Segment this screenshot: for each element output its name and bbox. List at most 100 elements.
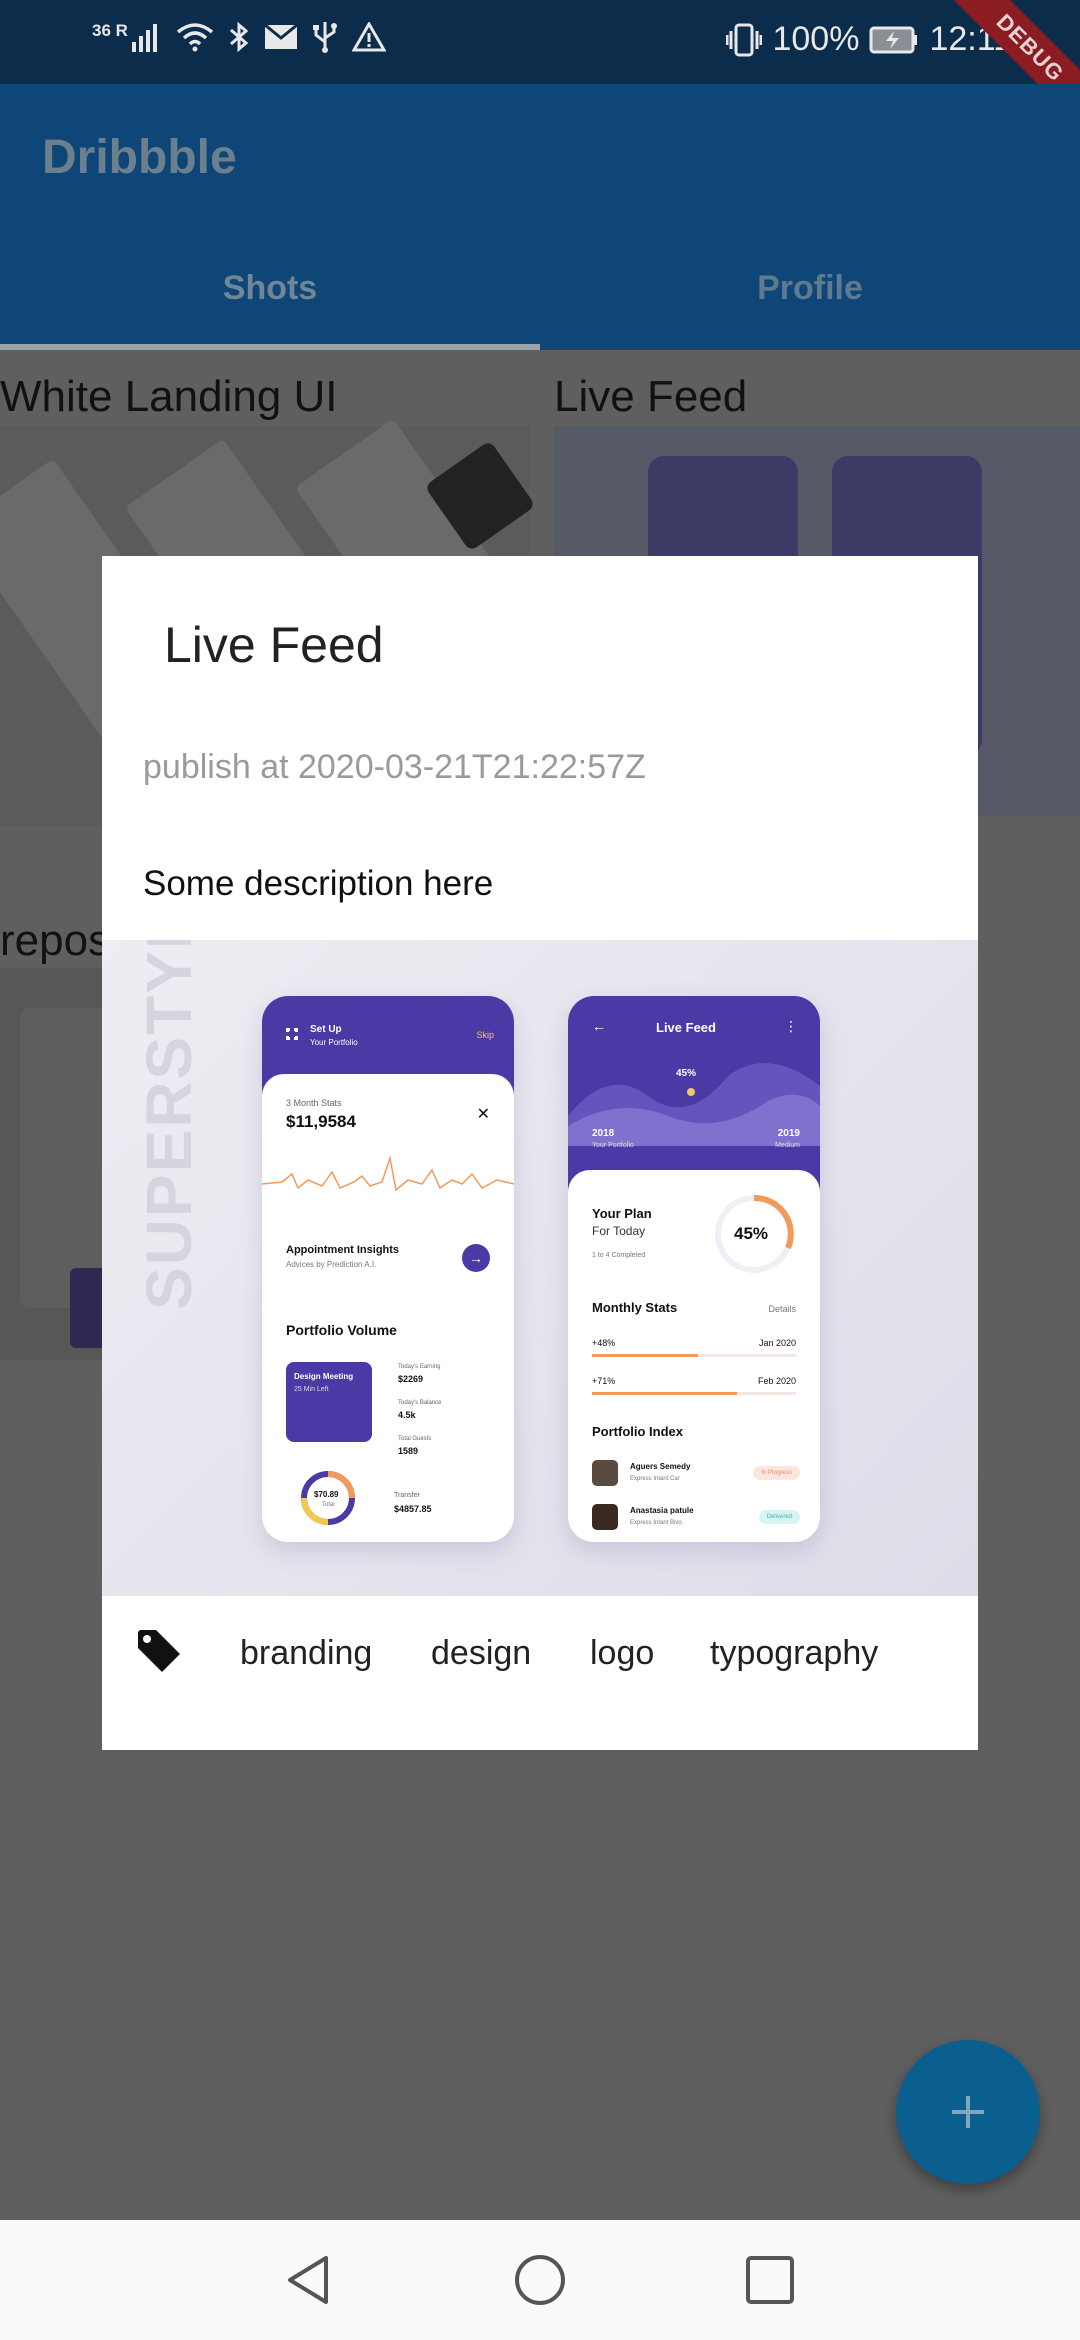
stat2-value: +71% [592,1376,616,1386]
avatar [592,1504,618,1530]
balance-label: Today's Balance [398,1400,442,1406]
skip-label: Skip [476,1030,494,1040]
shot-title[interactable]: White Landing UI [0,372,338,422]
shot-description: Some description here [143,864,494,903]
plan-title: Your Plan [592,1206,652,1221]
person1-name: Aguers Semedy [630,1462,691,1471]
shot-title[interactable]: repos [0,916,110,966]
tag-chip[interactable]: logo [590,1634,654,1673]
tag-chip[interactable]: design [431,1634,531,1673]
earning-label: Today's Earning [398,1364,441,1370]
setup-label: Set Up [310,1024,342,1035]
recents-icon[interactable] [742,2252,798,2308]
tag-row: branding design logo typography [102,1596,978,1716]
status-icons-right: 100% 12:11 [726,20,1012,59]
battery-charging-icon [869,26,918,53]
phone-mockup-left: Set Up Your Portfolio Skip 3 Month Stats… [262,996,514,1542]
stats-label: 3 Month Stats [286,1098,342,1108]
details-link: Details [768,1304,796,1314]
tag-chip[interactable]: branding [240,1634,372,1673]
warning-icon [351,22,386,52]
stat1-value: +48% [592,1338,616,1348]
person2-sub: Express Intant Bivo [630,1520,682,1526]
stat2-bar-fill [592,1392,737,1395]
plan-card: Your Plan For Today 1 to 4 Completed 45%… [568,1170,820,1542]
meeting-sub: 25 Min Left [294,1386,329,1393]
grid-icon [286,1028,298,1040]
shot-detail-dialog: Live Feed publish at 2020-03-21T21:22:57… [102,556,978,1750]
system-nav-bar [0,2220,1080,2340]
peak-value: 45% [676,1068,697,1079]
shot-image: SUPERSTYLE Set Up Your Portfolio Skip 3 … [102,940,978,1596]
close-icon: ✕ [476,1106,490,1123]
setup-sub: Your Portfolio [310,1038,358,1047]
stat1-date: Jan 2020 [758,1338,796,1348]
usb-icon [312,22,337,53]
network-type: 36 R [92,21,128,40]
insights-sub: Advices by Prediction A.I. [286,1260,377,1269]
peak-dot [687,1088,695,1096]
vibrate-icon [726,23,763,56]
app-title: Dribbble [42,131,237,184]
stat2-bar [592,1392,796,1395]
app-bar: Dribbble Shots Profile [0,84,1080,350]
pulse-chart [262,1155,514,1192]
bluetooth-icon [229,21,249,53]
year-b-sub: Medium [775,1142,800,1149]
battery-percent: 100% [772,20,860,58]
status-bar: 36 R 100% 12:11 DEBUG [0,0,1080,84]
insights-title: Appointment Insights [286,1244,400,1256]
phone-mockup-right: ← Live Feed ⋮ 45% 2018 Your Portfolio 20… [568,996,820,1542]
guests-label: Total Guests [398,1436,432,1442]
status-badge: Delivered [758,1510,800,1524]
tab-shots[interactable]: Shots [0,260,540,350]
plan-progress: 1 to 4 Completed [592,1252,646,1259]
plan-sub: For Today [592,1224,646,1238]
stat1-bar-fill [592,1354,699,1357]
more-icon: ⋮ [784,1018,798,1034]
index-title: Portfolio Index [592,1424,683,1439]
balance-value: 4.5k [398,1410,416,1420]
year-a: 2018 [592,1128,615,1139]
monthly-title: Monthly Stats [592,1300,678,1315]
stats-value: $11,9584 [286,1112,356,1131]
earning-value: $2269 [398,1374,424,1384]
transfer-value: $4857.85 [394,1504,432,1514]
watermark-text: SUPERSTYLE [133,940,205,1310]
volume-title: Portfolio Volume [286,1322,397,1338]
add-fab-button[interactable] [896,2040,1040,2184]
dialog-title: Live Feed [164,617,384,673]
total-label: Total [322,1502,335,1508]
publish-date: publish at 2020-03-21T21:22:57Z [143,748,646,786]
transfer-label: Transfer [394,1492,420,1499]
plan-percent: 45% [734,1224,769,1243]
wifi-icon [176,23,214,52]
back-icon[interactable] [280,2252,336,2308]
tag-icon [138,1630,180,1672]
signal-icon: 36 R [92,22,162,52]
back-arrow-icon: ← [592,1018,606,1034]
arrow-button: → [462,1244,490,1272]
stat2-date: Feb 2020 [757,1376,796,1386]
person2-name: Anastasia patule [630,1506,694,1515]
mail-icon [263,24,298,49]
avatar [592,1460,618,1486]
year-b: 2019 [777,1128,800,1139]
meeting-card: Design Meeting 25 Min Left [286,1362,372,1442]
status-badge: In Progress [753,1466,800,1480]
total-value: $70.89 [314,1490,339,1499]
status-icons-left: 36 R [92,20,386,54]
year-a-sub: Your Portfolio [592,1142,634,1149]
phone-header: ← Live Feed ⋮ 45% 2018 Your Portfolio 20… [568,996,820,1196]
stats-card: 3 Month Stats $11,9584 ✕ Appointment Ins… [262,1074,514,1304]
person1-sub: Express Intant Car [630,1476,680,1482]
plus-icon [952,2096,984,2128]
tag-chip[interactable]: typography [710,1634,878,1673]
meeting-title: Design Meeting [294,1372,354,1381]
stat1-bar [592,1354,796,1357]
phone-title: Live Feed [656,1020,716,1035]
shot-title[interactable]: Live Feed [554,372,747,422]
home-icon[interactable] [512,2252,568,2308]
guests-value: 1589 [398,1446,419,1456]
tab-profile[interactable]: Profile [540,260,1080,350]
